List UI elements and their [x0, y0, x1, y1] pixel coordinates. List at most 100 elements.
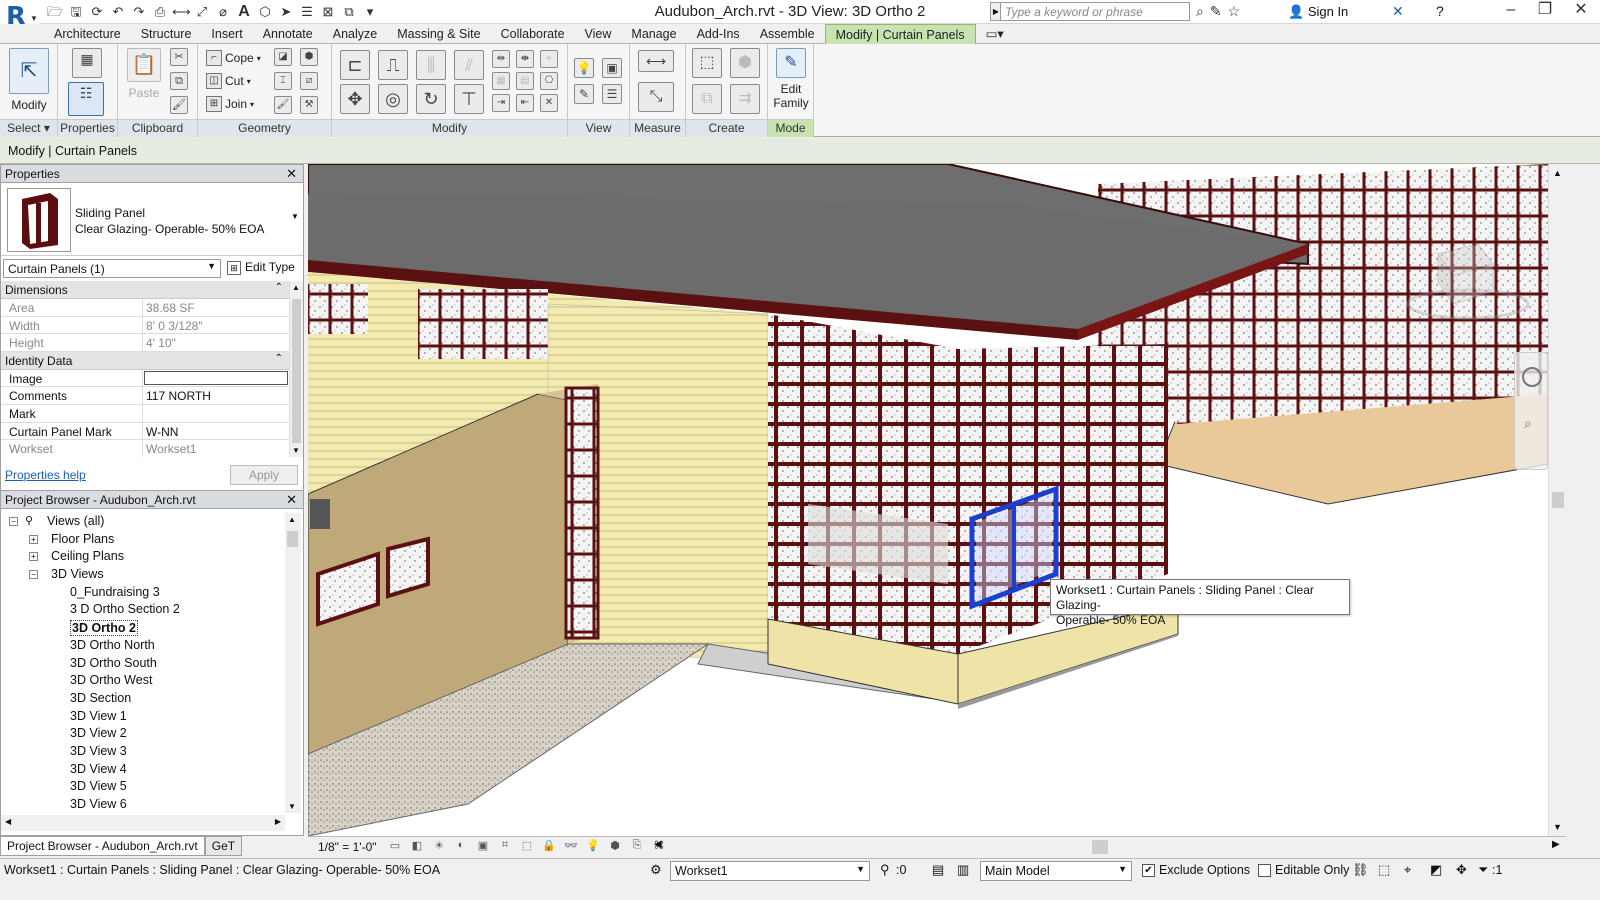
minimize-ribbon-icon[interactable]: ▭▾: [976, 24, 1014, 44]
select-links-icon[interactable]: ⛓: [1352, 862, 1369, 878]
browser-item[interactable]: 3D View 4: [1, 761, 285, 779]
scroll-right-icon[interactable]: ▶: [1552, 839, 1560, 850]
save-icon[interactable]: 🖫: [67, 3, 85, 21]
type-properties-icon[interactable]: ▦: [72, 48, 102, 78]
property-value[interactable]: [144, 371, 288, 386]
tab-structure[interactable]: Structure: [131, 24, 202, 44]
redo-icon[interactable]: ↷: [130, 3, 148, 21]
browser-item[interactable]: 3D Ortho 2: [1, 619, 285, 637]
scroll-up-icon[interactable]: ▲: [292, 283, 300, 292]
lock-view-icon[interactable]: 🔒: [540, 839, 558, 855]
tab-collaborate[interactable]: Collaborate: [491, 24, 575, 44]
close-button[interactable]: ✕: [1562, 0, 1600, 22]
property-value[interactable]: 117 NORTH: [143, 387, 289, 404]
browser-item[interactable]: −3D Views: [1, 566, 285, 584]
unpin-icon[interactable]: ⌖: [540, 50, 558, 68]
instance-filter-select[interactable]: Curtain Panels (1)▼: [3, 259, 221, 278]
scroll-left-icon[interactable]: ◀: [654, 839, 662, 850]
select-pinned-icon[interactable]: ⌖: [1404, 862, 1411, 878]
active-workset-select[interactable]: Workset1▼: [670, 861, 870, 881]
browser-item[interactable]: 3D View 6: [1, 796, 285, 813]
hammer-icon[interactable]: ⚒: [300, 96, 318, 114]
scroll-left-icon[interactable]: ◀: [5, 817, 11, 826]
building-model-render[interactable]: [308, 164, 1548, 836]
create-assembly-icon[interactable]: ⬚: [692, 48, 722, 78]
tab-insert[interactable]: Insert: [201, 24, 252, 44]
help-icon[interactable]: ?: [1436, 3, 1444, 19]
measure-icon[interactable]: ⟷: [172, 3, 190, 21]
shadows-icon[interactable]: ◐: [452, 839, 470, 855]
tab-analyze[interactable]: Analyze: [323, 24, 387, 44]
viewport-scrollbar[interactable]: ▲ ▼: [1548, 164, 1566, 836]
3d-viewport[interactable]: [308, 164, 1548, 836]
split-face-icon[interactable]: ◪: [274, 48, 292, 66]
tab-architecture[interactable]: Architecture: [44, 24, 131, 44]
worksharing-display-icon[interactable]: ⬢: [606, 839, 624, 855]
create-similar-icon[interactable]: ⇉: [730, 84, 760, 114]
browser-item[interactable]: 3D View 1: [1, 708, 285, 726]
tab-manage[interactable]: Manage: [621, 24, 686, 44]
copy-element-icon[interactable]: ◎: [378, 84, 408, 114]
split-gap-icon[interactable]: ⇼: [516, 50, 534, 68]
browser-item[interactable]: 3D Section: [1, 690, 285, 708]
search-input[interactable]: Type a keyword or phrase: [1000, 2, 1190, 21]
cut-clipboard-icon[interactable]: ✂: [170, 48, 188, 66]
property-category[interactable]: Identity Data⌃: [1, 352, 289, 370]
editable-only-checkbox[interactable]: Editable Only: [1258, 863, 1349, 877]
filter-lines-icon[interactable]: ☰: [602, 84, 622, 104]
edit-type-button[interactable]: ⊞Edit Type: [227, 260, 295, 275]
cope-button[interactable]: ⌐Cope▾: [206, 50, 261, 66]
browser-item[interactable]: 3D View 3: [1, 743, 285, 761]
cut-geometry-button[interactable]: ◫Cut▾: [206, 73, 251, 89]
delete-icon[interactable]: ✕: [540, 94, 558, 112]
scroll-down-icon[interactable]: ▼: [292, 446, 300, 455]
offset-icon[interactable]: ⎍: [378, 50, 408, 80]
property-category[interactable]: Dimensions⌃: [1, 281, 289, 299]
unjoin-icon[interactable]: ⧄: [300, 72, 318, 90]
switch-windows-icon[interactable]: ⧉: [340, 3, 358, 21]
chevron-down-icon[interactable]: ▼: [291, 212, 299, 221]
override-graphics-icon[interactable]: ▣: [602, 58, 622, 78]
browser-item[interactable]: +Floor Plans: [1, 531, 285, 549]
customize-qat-icon[interactable]: ▾: [361, 3, 379, 21]
close-icon[interactable]: ✕: [286, 492, 297, 508]
visual-style-icon[interactable]: ◧: [408, 839, 426, 855]
match-type-icon[interactable]: 🖌: [170, 96, 188, 114]
tab-massing-site[interactable]: Massing & Site: [387, 24, 490, 44]
extend-icon[interactable]: ⇤: [516, 94, 534, 112]
rendering-icon[interactable]: ▣: [474, 839, 492, 855]
temporary-hide-icon[interactable]: 👓: [562, 839, 580, 855]
type-selector[interactable]: Sliding Panel Clear Glazing- Operable- 5…: [1, 184, 303, 256]
exchange-apps-icon[interactable]: ✕: [1392, 3, 1404, 20]
tab-assemble[interactable]: Assemble: [750, 24, 825, 44]
property-value[interactable]: W-NN: [143, 423, 289, 440]
browser-item[interactable]: +Ceiling Plans: [1, 548, 285, 566]
collapse-icon[interactable]: −: [29, 570, 38, 579]
browser-item[interactable]: −⚲Views (all): [1, 513, 285, 531]
exclude-options-checkbox[interactable]: ✔Exclude Options: [1142, 863, 1250, 877]
create-parts-icon[interactable]: ⬢: [730, 48, 760, 78]
modify-button[interactable]: ⇱ Modify: [6, 48, 52, 112]
drag-elements-icon[interactable]: ✥: [1456, 862, 1467, 878]
temporary-view-properties-icon[interactable]: ⎘: [628, 839, 646, 855]
design-options-icon[interactable]: ▤: [932, 862, 944, 878]
zoom-icon[interactable]: ⌕: [1524, 415, 1532, 432]
tab-modify-curtain-panels[interactable]: Modify | Curtain Panels: [825, 24, 976, 44]
scale-icon[interactable]: ▤: [516, 72, 534, 90]
steering-wheel-icon[interactable]: [1522, 367, 1542, 387]
browser-item[interactable]: 3D Ortho South: [1, 655, 285, 673]
properties-icon[interactable]: ☷: [68, 82, 104, 116]
crop-view-icon[interactable]: ⌗: [496, 839, 514, 855]
dimension-icon[interactable]: ⤢: [193, 3, 211, 21]
scroll-up-icon[interactable]: ▲: [288, 515, 296, 524]
split-element-icon[interactable]: ⇹: [492, 50, 510, 68]
select-by-face-icon[interactable]: ◩: [1430, 862, 1442, 878]
tab-project-browser[interactable]: Project Browser - Audubon_Arch.rvt: [0, 836, 205, 856]
expand-icon[interactable]: +: [29, 552, 38, 561]
thin-lines-icon[interactable]: ☰: [298, 3, 316, 21]
binoculars-icon[interactable]: ⌕: [1196, 3, 1204, 21]
worksets-icon[interactable]: ⚙: [650, 862, 662, 878]
show-crop-icon[interactable]: ⬚: [518, 839, 536, 855]
collapse-icon[interactable]: ⌃: [275, 353, 283, 364]
tab-get[interactable]: GeT: [205, 836, 242, 856]
